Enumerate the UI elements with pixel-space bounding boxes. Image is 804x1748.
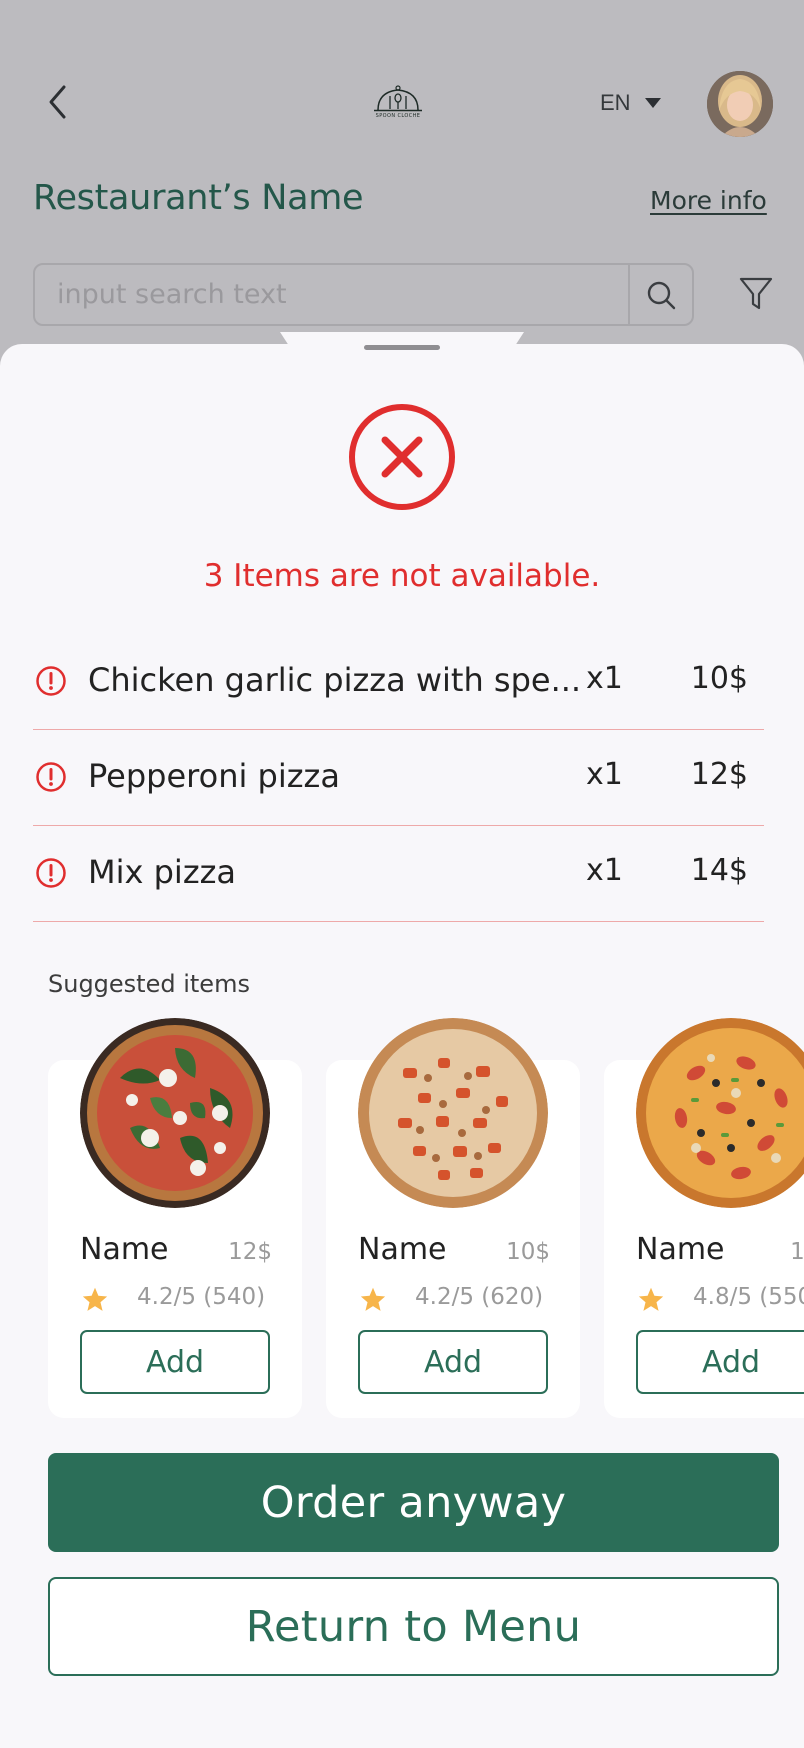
item-quantity: x1 — [586, 853, 623, 888]
return-to-menu-button[interactable]: Return to Menu — [48, 1577, 779, 1676]
more-info-link[interactable]: More info — [650, 186, 767, 215]
suggested-item-price: 13$ — [790, 1239, 804, 1265]
add-button[interactable]: Add — [80, 1330, 270, 1394]
restaurant-name: Restaurant’s Name — [33, 178, 364, 218]
error-message: 3 Items are not available. — [203, 558, 601, 594]
search-icon — [647, 281, 676, 309]
item-price: 14$ — [690, 853, 748, 888]
add-button[interactable]: Add — [636, 1330, 804, 1394]
search-input[interactable] — [35, 265, 628, 324]
avatar-image — [707, 71, 773, 137]
item-name: Chicken garlic pizza with spe... — [88, 661, 582, 699]
back-button[interactable] — [38, 82, 78, 122]
alert-circle-icon — [36, 666, 66, 696]
item-name: Mix pizza — [88, 853, 237, 891]
chicken-pizza-image — [358, 1018, 548, 1208]
avatar[interactable] — [707, 71, 773, 137]
suggested-item-price: 10$ — [506, 1239, 550, 1265]
item-name: Pepperoni pizza — [88, 757, 340, 795]
cloche-logo-icon — [374, 85, 422, 112]
search-button[interactable] — [628, 265, 692, 324]
logo: SPOON CLOCHE — [368, 84, 428, 124]
chevron-left-icon — [49, 85, 66, 119]
language-label: EN — [600, 90, 631, 115]
language-selector[interactable]: EN — [600, 86, 661, 120]
star-icon — [360, 1287, 386, 1311]
order-anyway-button[interactable]: Order anyway — [48, 1453, 779, 1552]
alert-circle-icon — [36, 858, 66, 888]
suggested-item-price: 12$ — [228, 1239, 272, 1265]
suggested-item-name: Name — [80, 1232, 169, 1267]
add-button[interactable]: Add — [358, 1330, 548, 1394]
item-price: 12$ — [690, 757, 748, 792]
item-quantity: x1 — [586, 661, 623, 696]
item-price: 10$ — [690, 661, 748, 696]
unavailable-item-row: Pepperoni pizza x1 12$ — [33, 730, 764, 826]
suggested-item-name: Name — [358, 1232, 447, 1267]
star-icon — [82, 1287, 108, 1311]
unavailable-item-row: Mix pizza x1 14$ — [33, 826, 764, 922]
unavailable-item-row: Chicken garlic pizza with spe... x1 10$ — [33, 634, 764, 730]
search-bar — [33, 263, 694, 326]
alert-circle-icon — [36, 762, 66, 792]
logo-text: SPOON CLOCHE — [375, 113, 421, 119]
close-circle-icon — [349, 404, 455, 510]
suggested-item-name: Name — [636, 1232, 725, 1267]
suggested-item-rating: 4.2/5 (620) — [415, 1284, 544, 1310]
filter-button[interactable] — [736, 272, 776, 316]
star-icon — [638, 1287, 664, 1311]
spinach-pizza-image — [80, 1018, 270, 1208]
suggested-item-rating: 4.8/5 (550) — [693, 1284, 804, 1310]
filter-icon — [739, 277, 773, 310]
suggested-items-heading: Suggested items — [48, 970, 250, 998]
caret-down-icon — [644, 98, 661, 108]
sheet-drag-handle[interactable] — [364, 345, 440, 350]
suggested-item-rating: 4.2/5 (540) — [137, 1284, 266, 1310]
item-quantity: x1 — [586, 757, 623, 792]
